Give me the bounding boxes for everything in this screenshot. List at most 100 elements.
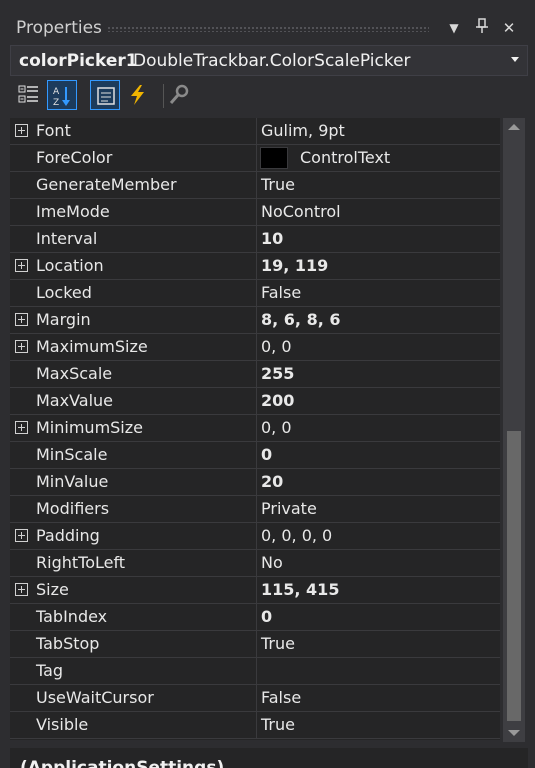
property-row[interactable]: MinimumSize 0, 0 xyxy=(10,415,500,442)
description-title: (ApplicationSettings) xyxy=(20,758,225,768)
property-value[interactable]: 0 xyxy=(261,445,272,464)
expand-icon[interactable] xyxy=(15,313,28,326)
property-grid: Font Gulim, 9pt ForeColor ControlText Genera… xyxy=(10,118,500,740)
property-value[interactable]: Private xyxy=(261,499,317,518)
events-button[interactable] xyxy=(123,80,153,110)
expand-icon[interactable] xyxy=(15,529,28,542)
svg-text:Z: Z xyxy=(53,98,59,107)
scroll-up-icon[interactable] xyxy=(508,124,520,130)
property-value[interactable]: 200 xyxy=(261,391,294,410)
property-value[interactable]: 115, 415 xyxy=(261,580,339,599)
property-value[interactable]: 0, 0, 0, 0 xyxy=(261,526,332,545)
svg-text:A: A xyxy=(53,87,60,97)
property-row[interactable]: MinValue 20 xyxy=(10,469,500,496)
property-value[interactable]: True xyxy=(261,634,295,653)
property-row[interactable]: Size 115, 415 xyxy=(10,577,500,604)
alphabetical-button[interactable]: A Z xyxy=(47,80,77,110)
property-name: Locked xyxy=(36,283,92,302)
property-row[interactable]: Modifiers Private xyxy=(10,496,500,523)
property-name: Size xyxy=(36,580,69,599)
property-value[interactable]: 20 xyxy=(261,472,283,491)
property-name: RightToLeft xyxy=(36,553,126,572)
properties-icon xyxy=(97,87,115,105)
property-name: MaxScale xyxy=(36,364,113,383)
property-value[interactable]: Gulim, 9pt xyxy=(261,121,345,140)
expand-icon[interactable] xyxy=(15,340,28,353)
property-name: ForeColor xyxy=(36,148,113,167)
property-row[interactable]: TabStop True xyxy=(10,631,500,658)
events-icon xyxy=(131,85,144,105)
property-pages-icon xyxy=(169,84,189,104)
expand-icon[interactable] xyxy=(15,421,28,434)
property-row[interactable]: Margin 8, 6, 8, 6 xyxy=(10,307,500,334)
property-row[interactable]: Interval 10 xyxy=(10,226,500,253)
property-name: MinimumSize xyxy=(36,418,143,437)
property-name: MaximumSize xyxy=(36,337,148,356)
properties-window: Properties ▼ ✕ colorPicker1 DoubleTrackb… xyxy=(0,0,535,768)
property-row[interactable]: Padding 0, 0, 0, 0 xyxy=(10,523,500,550)
properties-button[interactable] xyxy=(90,80,120,110)
title-bar[interactable]: Properties ▼ ✕ xyxy=(0,9,535,45)
chevron-down-icon[interactable] xyxy=(511,57,519,62)
property-value[interactable]: 19, 119 xyxy=(261,256,328,275)
property-value[interactable]: No xyxy=(261,553,283,572)
property-name: Interval xyxy=(36,229,98,248)
property-name: GenerateMember xyxy=(36,175,177,194)
property-value[interactable]: 255 xyxy=(261,364,294,383)
vertical-scrollbar[interactable] xyxy=(503,118,525,742)
description-pane: (ApplicationSettings) xyxy=(10,748,528,768)
property-row[interactable]: ForeColor ControlText xyxy=(10,145,500,172)
property-name: TabStop xyxy=(36,634,100,653)
property-row[interactable]: Tag xyxy=(10,658,500,685)
property-row[interactable]: ImeMode NoControl xyxy=(10,199,500,226)
property-name: Font xyxy=(36,121,71,140)
close-icon[interactable]: ✕ xyxy=(499,18,519,38)
property-value[interactable]: 0, 0 xyxy=(261,418,292,437)
property-value[interactable]: 0 xyxy=(261,607,272,626)
categorized-button[interactable] xyxy=(14,80,44,110)
property-value[interactable]: False xyxy=(261,283,301,302)
property-pages-button[interactable] xyxy=(164,80,194,110)
dropdown-arrow-icon[interactable]: ▼ xyxy=(444,18,464,38)
object-selector[interactable]: colorPicker1 DoubleTrackbar.ColorScalePi… xyxy=(10,45,528,76)
property-name: MinScale xyxy=(36,445,108,464)
alphabetical-icon: A Z xyxy=(53,87,70,107)
color-swatch xyxy=(260,147,288,169)
property-name: Padding xyxy=(36,526,100,545)
property-value[interactable]: ControlText xyxy=(300,148,390,167)
property-value[interactable]: 8, 6, 8, 6 xyxy=(261,310,340,329)
property-row[interactable]: MaxScale 255 xyxy=(10,361,500,388)
property-row[interactable]: MaximumSize 0, 0 xyxy=(10,334,500,361)
property-name: Modifiers xyxy=(36,499,110,518)
drag-grip[interactable] xyxy=(107,26,429,32)
property-row[interactable]: Locked False xyxy=(10,280,500,307)
property-row[interactable]: MinScale 0 xyxy=(10,442,500,469)
property-value[interactable]: False xyxy=(261,688,301,707)
expand-icon[interactable] xyxy=(15,124,28,137)
property-row[interactable]: Visible True xyxy=(10,712,500,739)
property-name: MaxValue xyxy=(36,391,114,410)
property-value[interactable]: True xyxy=(261,715,295,734)
expand-icon[interactable] xyxy=(15,583,28,596)
categorized-icon xyxy=(18,85,38,103)
pin-icon[interactable] xyxy=(472,18,492,38)
property-row[interactable]: Font Gulim, 9pt xyxy=(10,118,500,145)
property-value[interactable]: 10 xyxy=(261,229,283,248)
property-row[interactable]: GenerateMember True xyxy=(10,172,500,199)
property-name: Visible xyxy=(36,715,89,734)
property-row[interactable]: Location 19, 119 xyxy=(10,253,500,280)
property-row[interactable]: MaxValue 200 xyxy=(10,388,500,415)
property-name: Margin xyxy=(36,310,91,329)
property-row[interactable]: TabIndex 0 xyxy=(10,604,500,631)
property-value[interactable]: True xyxy=(261,175,295,194)
property-name: ImeMode xyxy=(36,202,110,221)
property-row[interactable]: UseWaitCursor False xyxy=(10,685,500,712)
property-value[interactable]: 0, 0 xyxy=(261,337,292,356)
property-toolbar: A Z xyxy=(10,78,528,114)
property-value[interactable]: NoControl xyxy=(261,202,341,221)
scrollbar-thumb[interactable] xyxy=(507,431,521,721)
property-row[interactable]: RightToLeft No xyxy=(10,550,500,577)
expand-icon[interactable] xyxy=(15,259,28,272)
window-title: Properties xyxy=(16,18,102,38)
scroll-down-icon[interactable] xyxy=(508,730,520,736)
